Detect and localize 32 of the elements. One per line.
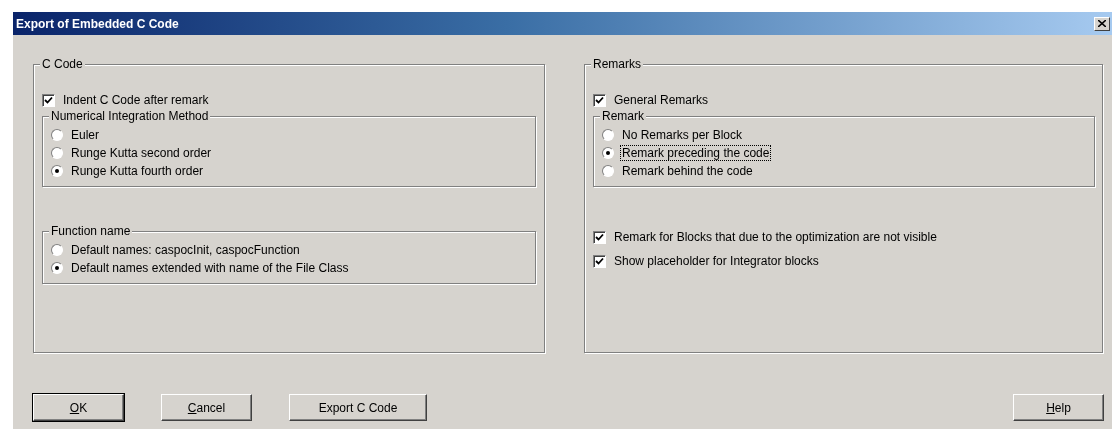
checkbox[interactable] [593,93,606,107]
dialog-button[interactable]: Cancel [161,394,252,421]
radio-label: Default names: caspocInit, caspocFunction [70,242,301,258]
checkbox-label: Remark for Blocks that due to the optimization are not visible [613,229,938,245]
close-icon [1098,20,1106,27]
radio-label: Default names extended with name of the File Class [70,260,350,276]
radio-button[interactable] [51,129,63,141]
radio-label: Runge Kutta second order [70,145,213,161]
dialog-button[interactable]: Export C Code [289,394,427,421]
checkbox-label: Show placeholder for Integrator blocks [613,253,820,269]
group-title: Numerical Integration Method [49,109,211,124]
dialog-button[interactable]: OK [33,394,124,421]
checkbox[interactable] [593,230,606,244]
checkbox-label: Indent C Code after remark [62,92,210,108]
window-title: Export of Embedded C Code [16,16,179,31]
radio-label: Runge Kutta fourth order [70,163,205,179]
radio-button[interactable] [602,129,614,141]
radio-button[interactable] [51,165,63,177]
radio-label: No Remarks per Block [621,127,744,143]
radio-button[interactable] [51,147,63,159]
radio-label: Remark behind the code [621,163,754,179]
checkbox-label: General Remarks [613,92,710,108]
close-button[interactable] [1094,16,1110,31]
checkbox[interactable] [593,254,606,268]
radio-button[interactable] [602,165,614,177]
radio-label: Euler [70,127,100,143]
radio-button[interactable] [602,147,614,159]
help-button[interactable]: Help [1013,394,1104,421]
checkbox[interactable] [42,93,55,107]
radio-button[interactable] [51,262,63,274]
radio-button[interactable] [51,244,63,256]
radio-label: Remark preceding the code [620,145,772,161]
